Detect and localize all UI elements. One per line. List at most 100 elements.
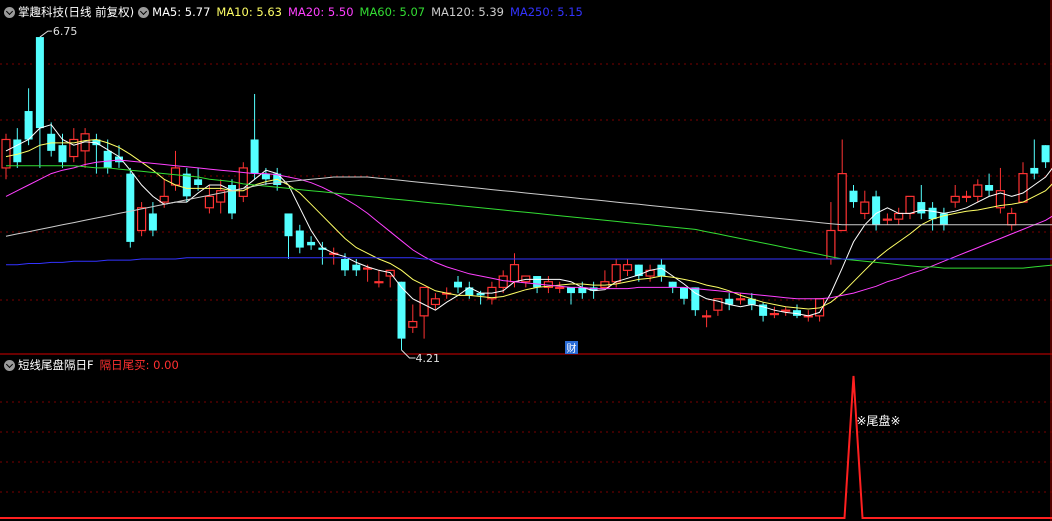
- candle-body: [58, 145, 67, 163]
- dropdown-icon[interactable]: [4, 7, 15, 18]
- ma-legend-ma20: MA20: 5.50: [287, 5, 354, 19]
- candle[interactable]: [814, 298, 825, 322]
- candle-body: [352, 264, 361, 271]
- candle[interactable]: [995, 167, 1006, 214]
- candle-body: [928, 207, 937, 220]
- candle-body: [374, 281, 384, 284]
- candle-body: [1018, 173, 1028, 203]
- candle-body: [917, 202, 926, 214]
- candle-body: [35, 37, 44, 129]
- finance-badge-label: 财: [567, 342, 577, 355]
- candle-body: [701, 315, 712, 318]
- candle[interactable]: [735, 293, 746, 305]
- settings-dropdown-icon[interactable]: [138, 7, 150, 18]
- signal-line: [0, 375, 1052, 519]
- candle[interactable]: [567, 287, 575, 305]
- candle[interactable]: [374, 270, 384, 288]
- candle-body: [182, 173, 191, 197]
- ma-legend-ma60: MA60: 5.07: [359, 5, 426, 19]
- candle[interactable]: [837, 139, 847, 232]
- candle[interactable]: [454, 276, 462, 294]
- candle[interactable]: [137, 202, 147, 237]
- candle[interactable]: [645, 264, 655, 282]
- candle-body: [533, 276, 542, 288]
- candle[interactable]: [725, 293, 734, 311]
- candle[interactable]: [769, 306, 780, 319]
- candle-body: [950, 195, 960, 203]
- candle[interactable]: [126, 167, 135, 248]
- candle[interactable]: [194, 167, 203, 191]
- candle-body: [250, 139, 259, 174]
- candle[interactable]: [295, 224, 304, 254]
- candle[interactable]: [860, 190, 870, 220]
- candle[interactable]: [307, 236, 316, 250]
- candle-body: [1007, 212, 1017, 226]
- signal-label: ※尾盘※: [857, 413, 901, 428]
- candle-body: [985, 185, 994, 191]
- candle[interactable]: [939, 207, 948, 231]
- candle[interactable]: [216, 179, 226, 214]
- candle[interactable]: [950, 185, 960, 208]
- candle[interactable]: [961, 190, 972, 203]
- candle[interactable]: [905, 195, 915, 220]
- indicator-dropdown-icon[interactable]: [4, 360, 15, 371]
- candle[interactable]: [521, 275, 531, 288]
- candle[interactable]: [622, 258, 633, 277]
- candle[interactable]: [419, 286, 429, 339]
- candle[interactable]: [284, 213, 293, 259]
- candle[interactable]: [793, 304, 801, 319]
- candle[interactable]: [747, 293, 756, 311]
- candle[interactable]: [465, 281, 474, 299]
- candle[interactable]: [917, 185, 926, 220]
- candle[interactable]: [80, 128, 90, 168]
- stock-chart[interactable]: 6.75 4.21 财 ※尾盘※: [0, 0, 1052, 521]
- ma-legend-ma5: MA5: 5.77: [152, 5, 211, 19]
- candle[interactable]: [882, 213, 893, 225]
- candle-body: [555, 286, 565, 290]
- ma-legend: MA5: 5.77 MA10: 5.63 MA20: 5.50 MA60: 5.07 M…: [152, 5, 589, 19]
- candle-body: [668, 281, 677, 288]
- candle[interactable]: [680, 287, 688, 305]
- candle[interactable]: [204, 185, 214, 214]
- candle[interactable]: [781, 306, 791, 316]
- candle[interactable]: [182, 167, 191, 203]
- candle[interactable]: [1041, 145, 1050, 168]
- indicator-title: 短线尾盘隔日F: [18, 358, 94, 372]
- candle-body: [567, 287, 575, 294]
- candle[interactable]: [329, 247, 339, 265]
- candle[interactable]: [973, 179, 983, 203]
- candle[interactable]: [894, 207, 904, 225]
- candle[interactable]: [691, 287, 700, 316]
- candle-body: [521, 275, 531, 283]
- candle[interactable]: [318, 241, 327, 265]
- candle[interactable]: [701, 310, 712, 328]
- candle[interactable]: [498, 270, 508, 294]
- candle[interactable]: [1007, 207, 1017, 231]
- candle[interactable]: [826, 202, 836, 265]
- candle[interactable]: [985, 173, 994, 197]
- candle[interactable]: [408, 304, 418, 333]
- candle[interactable]: [1030, 139, 1039, 180]
- candle[interactable]: [759, 302, 768, 322]
- candle[interactable]: [555, 281, 565, 294]
- candle[interactable]: [928, 202, 937, 231]
- candle-body: [735, 298, 746, 301]
- candle[interactable]: [1018, 162, 1028, 203]
- ma-legend-ma10: MA10: 5.63: [216, 5, 282, 19]
- candle[interactable]: [849, 185, 858, 208]
- candle[interactable]: [397, 281, 406, 350]
- candle-body: [872, 196, 881, 225]
- candle-body: [849, 190, 858, 203]
- candle[interactable]: [238, 162, 248, 203]
- candle[interactable]: [228, 179, 236, 220]
- candle[interactable]: [47, 122, 56, 157]
- ma-legend-ma250: MA250: 5.15: [509, 5, 583, 19]
- stock-title: 掌趣科技(日线 前复权): [18, 5, 135, 19]
- candle[interactable]: [35, 37, 44, 168]
- candle-body: [826, 229, 836, 260]
- candle[interactable]: [13, 128, 22, 168]
- candle-body: [634, 264, 643, 277]
- candle-body: [973, 184, 983, 197]
- candle[interactable]: [250, 93, 259, 180]
- candle-body: [126, 173, 135, 242]
